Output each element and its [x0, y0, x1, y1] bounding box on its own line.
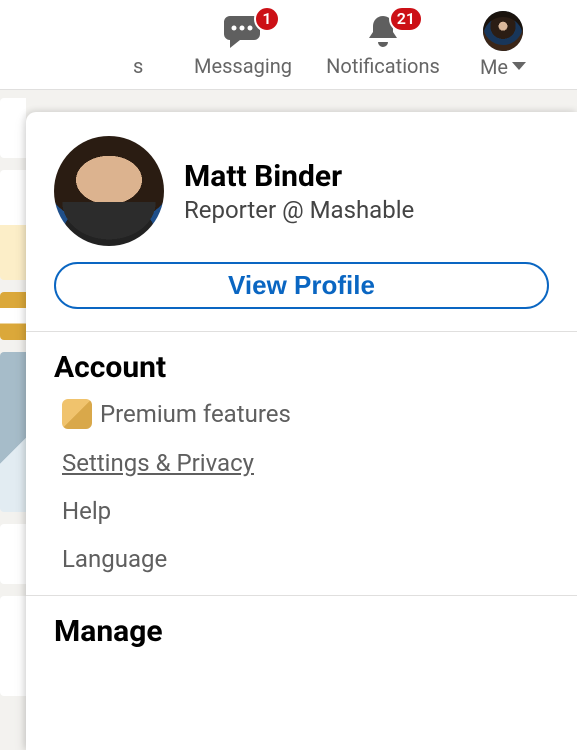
menu-label-premium: Premium features: [100, 400, 291, 428]
nav-item-me[interactable]: Me: [453, 11, 553, 79]
nav-item-notifications[interactable]: 21 Notifications: [313, 12, 453, 78]
menu-item-help[interactable]: Help: [62, 497, 549, 525]
nav-label-partial: s: [133, 54, 143, 78]
avatar: [54, 136, 164, 246]
notifications-label: Notifications: [326, 54, 440, 78]
view-profile-button[interactable]: View Profile: [54, 262, 549, 309]
background-stub: [0, 90, 26, 750]
chevron-down-icon: [512, 62, 526, 70]
menu-label-language: Language: [62, 545, 167, 573]
top-nav: s 1 Messaging 21 Notifications Me: [0, 0, 577, 90]
notifications-badge: 21: [389, 6, 423, 32]
account-menu: Premium features Settings & Privacy Help…: [62, 399, 549, 573]
menu-item-language[interactable]: Language: [62, 545, 549, 573]
messaging-icon: 1: [220, 12, 266, 52]
account-heading: Account: [54, 350, 549, 385]
premium-icon: [62, 399, 92, 429]
nav-item-messaging[interactable]: 1 Messaging: [173, 12, 313, 78]
menu-item-settings-privacy[interactable]: Settings & Privacy: [62, 449, 549, 477]
profile-subtitle: Reporter @ Mashable: [184, 196, 414, 224]
divider: [26, 331, 577, 332]
menu-item-premium[interactable]: Premium features: [62, 399, 549, 429]
divider: [26, 595, 577, 596]
me-dropdown: Matt Binder Reporter @ Mashable View Pro…: [26, 112, 577, 750]
messaging-badge: 1: [254, 6, 280, 32]
avatar-small: [483, 11, 523, 51]
messaging-label: Messaging: [194, 54, 292, 78]
profile-name: Matt Binder: [184, 159, 414, 194]
manage-heading: Manage: [54, 614, 549, 649]
menu-label-settings: Settings & Privacy: [62, 449, 254, 477]
nav-item-partial[interactable]: s: [133, 12, 173, 78]
bell-icon: 21: [361, 12, 405, 52]
menu-label-help: Help: [62, 497, 111, 525]
profile-header[interactable]: Matt Binder Reporter @ Mashable: [54, 136, 549, 246]
me-label: Me: [480, 55, 508, 79]
